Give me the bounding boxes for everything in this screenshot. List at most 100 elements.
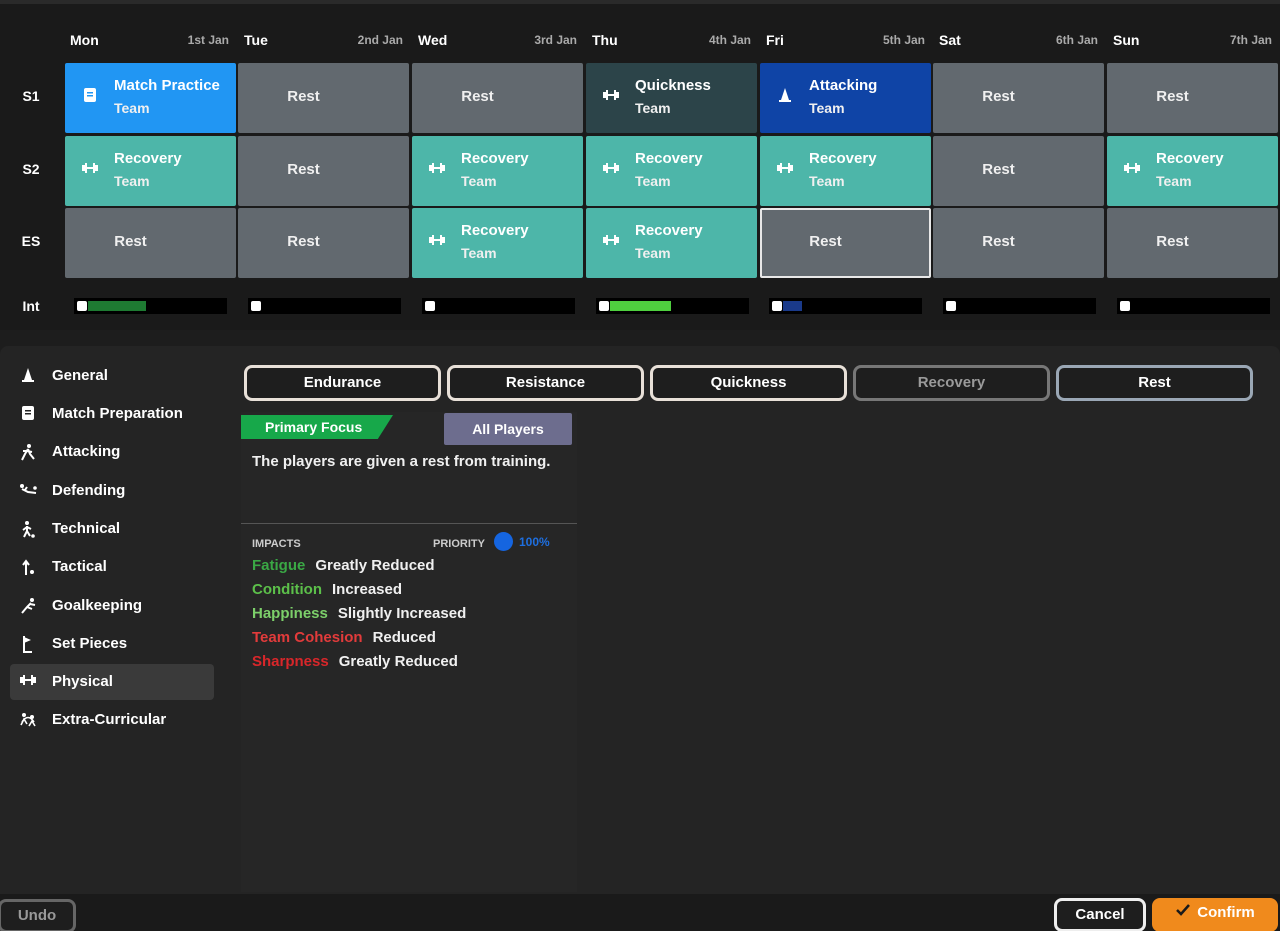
dumbbell-icon	[18, 673, 38, 691]
session-cell-s2-fri[interactable]: Recovery Team	[760, 136, 931, 206]
flame-icon	[77, 301, 87, 311]
category-button-endurance[interactable]: Endurance	[244, 365, 441, 401]
session-cell-es-wed[interactable]: Recovery Team	[412, 208, 583, 278]
day-name: Tue	[244, 32, 268, 48]
intensity-fill	[610, 301, 672, 311]
day-header-mon: Mon 1st Jan	[64, 26, 235, 56]
intensity-bar-mon	[74, 298, 227, 314]
confirm-label: Confirm	[1197, 904, 1255, 921]
day-name: Sun	[1113, 32, 1140, 48]
impact-value: Slightly Increased	[337, 605, 467, 622]
sidebar-item-extra-curricular[interactable]: Extra-Curricular	[10, 702, 214, 738]
session-cell-es-thu[interactable]: Recovery Team	[586, 208, 757, 278]
category-button-rest[interactable]: Rest	[1056, 365, 1253, 401]
session-cell-s2-wed[interactable]: Recovery Team	[412, 136, 583, 206]
session-cell-es-sat[interactable]: Rest	[933, 208, 1104, 278]
goalkeeper-icon	[18, 597, 38, 615]
row-label-int: Int	[22, 298, 40, 314]
session-cell-s1-tue[interactable]: Rest	[238, 63, 409, 133]
intensity-fill	[783, 301, 803, 311]
session-cell-es-mon[interactable]: Rest	[65, 208, 236, 278]
cone-icon	[776, 87, 794, 105]
session-title: Attacking	[809, 77, 878, 94]
notepad-icon	[81, 87, 99, 105]
session-group: Team	[461, 245, 497, 261]
session-title: Recovery	[461, 150, 529, 167]
flame-icon	[599, 301, 609, 311]
sidebar-item-tactical[interactable]: Tactical	[10, 549, 214, 585]
session-cell-s2-mon[interactable]: Recovery Team	[65, 136, 236, 206]
undo-button[interactable]: Undo	[0, 899, 76, 931]
session-cell-s1-mon[interactable]: Match Practice Team	[65, 63, 236, 133]
flame-icon	[251, 301, 261, 311]
dumbbell-icon	[1123, 160, 1141, 178]
day-name: Sat	[939, 32, 961, 48]
session-cell-es-sun[interactable]: Rest	[1107, 208, 1278, 278]
row-label-s2: S2	[22, 161, 40, 177]
day-name: Fri	[766, 32, 784, 48]
dumbbell-icon	[776, 160, 794, 178]
impacts-heading: IMPACTS	[252, 538, 301, 550]
dumbbell-icon	[602, 232, 620, 250]
impact-row: Happiness Slightly Increased	[252, 605, 466, 622]
session-title: Recovery	[635, 150, 703, 167]
sidebar-item-defending[interactable]: Defending	[10, 473, 214, 509]
session-cell-s2-thu[interactable]: Recovery Team	[586, 136, 757, 206]
runner-icon	[18, 443, 38, 461]
session-cell-es-tue[interactable]: Rest	[238, 208, 409, 278]
flame-icon	[772, 301, 782, 311]
session-group: Team	[114, 173, 150, 189]
all-players-button[interactable]: All Players	[444, 413, 572, 445]
primary-focus-tag: Primary Focus	[241, 415, 393, 439]
dumbbell-icon	[81, 160, 99, 178]
social-icon	[18, 711, 38, 729]
session-description: The players are given a rest from traini…	[252, 453, 551, 470]
session-cell-s1-fri[interactable]: Attacking Team	[760, 63, 931, 133]
sidebar-item-goalkeeping[interactable]: Goalkeeping	[10, 588, 214, 624]
intensity-bar-sat	[943, 298, 1096, 314]
session-cell-s2-sat[interactable]: Rest	[933, 136, 1104, 206]
sidebar-item-physical[interactable]: Physical	[10, 664, 214, 700]
session-group: Team	[809, 173, 845, 189]
session-title: Match Practice	[114, 77, 220, 94]
cone-icon	[18, 367, 38, 385]
sidebar-item-match-preparation[interactable]: Match Preparation	[10, 396, 214, 432]
intensity-bar-sun	[1117, 298, 1270, 314]
category-button-quickness[interactable]: Quickness	[650, 365, 847, 401]
day-header-wed: Wed 3rd Jan	[412, 26, 583, 56]
session-group: Team	[635, 100, 671, 116]
sidebar-item-technical[interactable]: Technical	[10, 511, 214, 547]
category-button-resistance[interactable]: Resistance	[447, 365, 644, 401]
sidebar-item-set-pieces[interactable]: Set Pieces	[10, 626, 214, 662]
divider	[241, 523, 577, 524]
cancel-button[interactable]: Cancel	[1054, 898, 1146, 931]
confirm-button[interactable]: Confirm	[1152, 898, 1278, 931]
top-strip	[0, 0, 1280, 4]
sidebar-item-attacking[interactable]: Attacking	[10, 434, 214, 470]
session-cell-s1-thu[interactable]: Quickness Team	[586, 63, 757, 133]
slide-tackle-icon	[18, 482, 38, 500]
priority-heading: PRIORITY	[433, 538, 485, 550]
day-header-sat: Sat 6th Jan	[933, 26, 1104, 56]
session-group: Team	[461, 173, 497, 189]
session-cell-s1-sun[interactable]: Rest	[1107, 63, 1278, 133]
session-title: Rest	[1156, 88, 1189, 105]
session-group: Team	[114, 100, 150, 116]
session-cell-s1-sat[interactable]: Rest	[933, 63, 1104, 133]
impact-name: Team Cohesion	[252, 629, 363, 646]
day-header-tue: Tue 2nd Jan	[238, 26, 409, 56]
session-cell-s2-sun[interactable]: Recovery Team	[1107, 136, 1278, 206]
intensity-bar-tue	[248, 298, 401, 314]
sidebar-item-label: Attacking	[52, 443, 121, 460]
notepad-icon	[18, 405, 38, 423]
priority-dial-icon[interactable]	[494, 532, 513, 551]
sidebar-item-general[interactable]: General	[10, 358, 214, 394]
session-title: Rest	[982, 233, 1015, 250]
session-cell-s2-tue[interactable]: Rest	[238, 136, 409, 206]
day-date: 7th Jan	[1229, 33, 1272, 47]
session-cell-s1-wed[interactable]: Rest	[412, 63, 583, 133]
session-title: Rest	[809, 233, 842, 250]
category-button-recovery[interactable]: Recovery	[853, 365, 1050, 401]
session-cell-es-fri[interactable]: Rest	[760, 208, 931, 278]
intensity-bar-thu	[596, 298, 749, 314]
